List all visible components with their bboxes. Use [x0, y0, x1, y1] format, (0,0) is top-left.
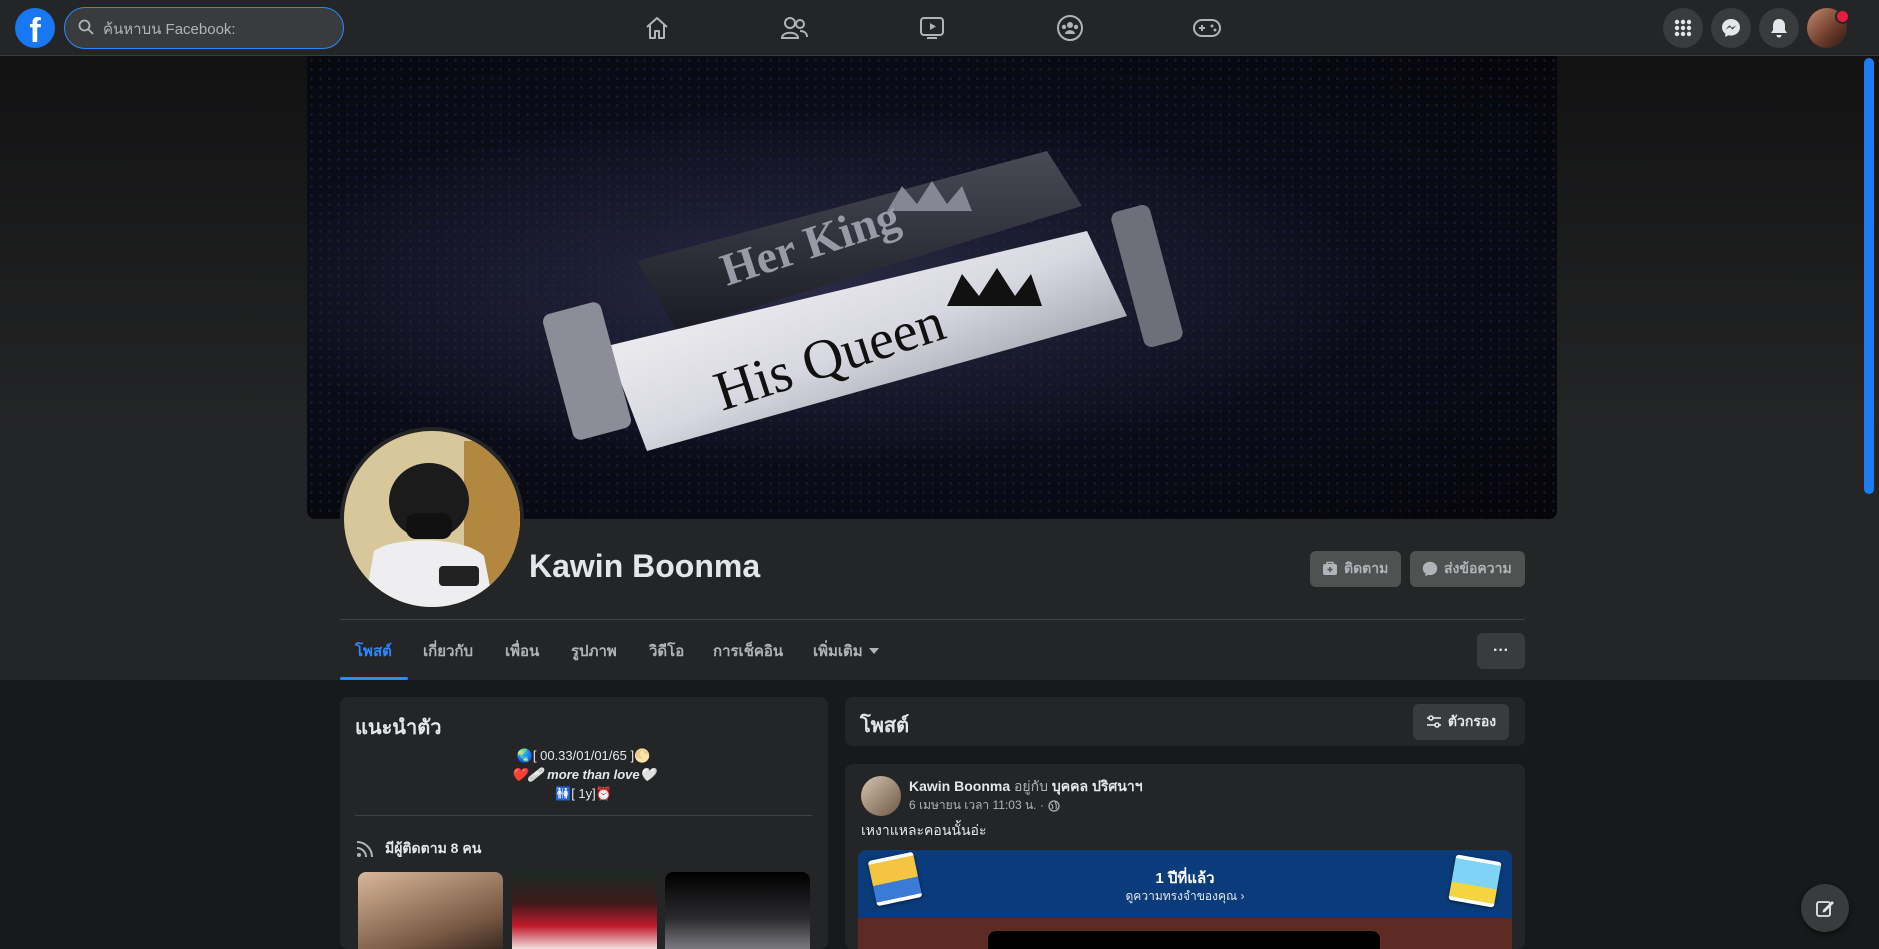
notifications-icon [1771, 19, 1787, 38]
tab-about-label: เกี่ยวกับ [423, 643, 474, 660]
send-message-label: ส่งข้อความ [1444, 560, 1512, 576]
intro-title: แนะนำตัว [355, 717, 442, 739]
search-icon [78, 19, 94, 35]
profile-photo-illustration [344, 431, 520, 607]
profile-name: Kawin Boonma [529, 548, 761, 584]
tab-about[interactable]: เกี่ยวกับ [423, 622, 473, 680]
rss-icon [356, 841, 373, 858]
intro-divider [355, 815, 812, 816]
posts-title: โพสต์ [860, 715, 910, 737]
nav-home[interactable] [597, 8, 717, 48]
post-meta: 6 เมษายน เวลา 11:03 น. · [909, 796, 1060, 815]
bio-line-2: ❤️🩹 more than love🤍 [511, 767, 656, 782]
follow-button[interactable]: ติดตาม [1310, 551, 1401, 587]
header-divider [340, 619, 1525, 620]
search-input[interactable] [101, 8, 335, 50]
post-author-avatar[interactable] [861, 776, 901, 816]
memory-card[interactable]: 1 ปีที่แล้ว ดูความทรงจำของคุณ › [858, 850, 1512, 949]
post-author-line: Kawin Boonma อยู่กับ บุคคล ปริศนาฯ [909, 776, 1143, 798]
filter-icon [1426, 715, 1441, 728]
tab-more[interactable]: เพิ่มเติม [813, 622, 879, 680]
follow-label: ติดตาม [1344, 560, 1389, 576]
caret-down-icon [868, 648, 879, 654]
tab-posts[interactable]: โพสต์ [355, 622, 392, 680]
home-icon [646, 17, 668, 39]
followers-count: มีผู้ติดตาม 8 คน [385, 840, 482, 856]
profile-picture[interactable] [340, 427, 524, 611]
tab-checkins-label: การเช็คอิน [713, 643, 784, 660]
nav-gaming[interactable] [1147, 8, 1267, 48]
tab-photos[interactable]: รูปภาพ [571, 622, 617, 680]
tab-checkins[interactable]: การเช็คอิน [713, 622, 783, 680]
notifications-button[interactable] [1759, 8, 1799, 48]
gaming-icon [1193, 19, 1221, 37]
notification-badge [1835, 9, 1850, 24]
search-box[interactable] [64, 7, 344, 50]
new-message-button[interactable] [1801, 884, 1849, 932]
more-options-button[interactable]: ··· [1477, 633, 1525, 669]
cover-photo[interactable]: Her King His Queen [307, 56, 1557, 519]
menu-grid-icon [1674, 19, 1692, 37]
post-text: เหงาแหละคอนนั้นอ่ะ [861, 822, 987, 838]
tab-videos[interactable]: วิดีโอ [649, 622, 684, 680]
top-navigation-bar: f [0, 0, 1879, 56]
tab-friends[interactable]: เพื่อน [505, 622, 539, 680]
more-options-icon: ··· [1493, 642, 1509, 659]
featured-photo-2[interactable] [512, 872, 657, 949]
tab-friends-label: เพื่อน [505, 643, 540, 660]
groups-icon [1057, 15, 1083, 41]
bracelet-image: Her King His Queen [542, 151, 1183, 451]
nav-watch[interactable] [872, 8, 992, 48]
memory-preview [988, 931, 1380, 949]
messenger-button[interactable] [1711, 8, 1751, 48]
send-message-button[interactable]: ส่งข้อความ [1410, 551, 1525, 587]
tab-more-label: เพิ่มเติม [813, 643, 863, 660]
compose-icon [1816, 901, 1834, 917]
tab-posts-label: โพสต์ [355, 643, 392, 660]
follow-icon [1323, 561, 1337, 575]
messenger-small-icon [1422, 561, 1438, 577]
memory-link[interactable]: ดูความทรงจำของคุณ › [858, 887, 1512, 906]
post-timestamp[interactable]: 6 เมษายน เวลา 11:03 น. · [909, 796, 1044, 815]
bio-line-1: 🌏[ 00.33/01/01/65 ]🌕 [516, 748, 651, 763]
filter-button[interactable]: ตัวกรอง [1413, 704, 1509, 740]
filter-label: ตัวกรอง [1447, 713, 1497, 729]
nav-groups[interactable] [1010, 8, 1130, 48]
tab-photos-label: รูปภาพ [571, 643, 617, 660]
post-with-text: อยู่กับ [1010, 778, 1052, 794]
messenger-icon [1722, 19, 1740, 37]
post-tagged-name[interactable]: บุคคล ปริศนาฯ [1052, 778, 1143, 794]
followers-row[interactable]: มีผู้ติดตาม 8 คน [355, 838, 481, 860]
facebook-logo[interactable]: f [15, 8, 55, 48]
featured-photo-3[interactable] [665, 872, 810, 949]
nav-friends[interactable] [734, 8, 854, 48]
menu-button[interactable] [1663, 8, 1703, 48]
page-scrollbar[interactable] [1864, 58, 1874, 494]
post-author-name[interactable]: Kawin Boonma [909, 778, 1010, 794]
active-tab-indicator [340, 677, 408, 680]
globe-icon [1048, 799, 1060, 812]
watch-icon [920, 17, 944, 39]
featured-photo-1[interactable] [358, 872, 503, 949]
bio-line-3: 🚻[ 1y]⏰ [555, 786, 612, 801]
tab-videos-label: วิดีโอ [649, 643, 685, 660]
friends-icon [780, 17, 808, 39]
